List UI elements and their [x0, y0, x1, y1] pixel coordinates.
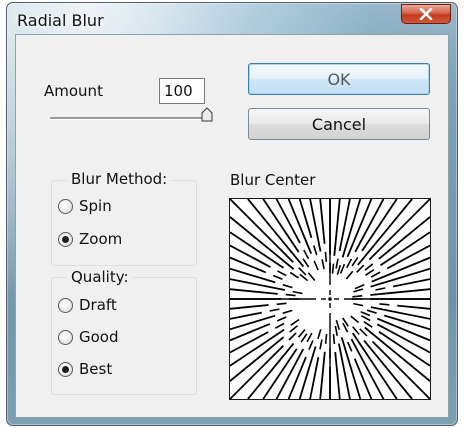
window-title: Radial Blur: [17, 11, 104, 30]
title-bar[interactable]: Radial Blur: [7, 3, 457, 37]
draft-label: Draft: [79, 296, 117, 314]
amount-input[interactable]: [159, 78, 205, 104]
close-button[interactable]: [401, 4, 451, 24]
blur-method-group: [51, 180, 197, 266]
radio-draft[interactable]: Draft: [58, 296, 117, 314]
quality-title: Quality:: [67, 268, 133, 286]
zoom-label: Zoom: [79, 230, 123, 248]
best-label: Best: [79, 360, 113, 378]
good-radio-icon[interactable]: [58, 329, 73, 345]
zoom-radio-icon[interactable]: [58, 231, 73, 247]
zoom-rays-icon: [230, 199, 430, 399]
ok-button[interactable]: OK: [248, 63, 430, 95]
best-radio-icon[interactable]: [58, 361, 73, 377]
spin-label: Spin: [79, 197, 112, 215]
amount-slider-track[interactable]: [50, 117, 210, 120]
radio-good[interactable]: Good: [58, 328, 119, 346]
radio-zoom[interactable]: Zoom: [58, 230, 122, 248]
radio-spin[interactable]: Spin: [58, 197, 112, 215]
close-x-icon: [419, 8, 433, 20]
blur-center-preview[interactable]: [229, 198, 431, 400]
radio-best[interactable]: Best: [58, 360, 112, 378]
amount-label: Amount: [44, 82, 103, 100]
spin-radio-icon[interactable]: [58, 198, 73, 214]
good-label: Good: [79, 328, 119, 346]
blur-center-label: Blur Center: [230, 171, 316, 189]
blur-method-title: Blur Method:: [67, 170, 172, 188]
amount-slider-thumb[interactable]: [200, 107, 214, 123]
draft-radio-icon[interactable]: [58, 297, 73, 313]
cancel-button[interactable]: Cancel: [248, 108, 430, 140]
